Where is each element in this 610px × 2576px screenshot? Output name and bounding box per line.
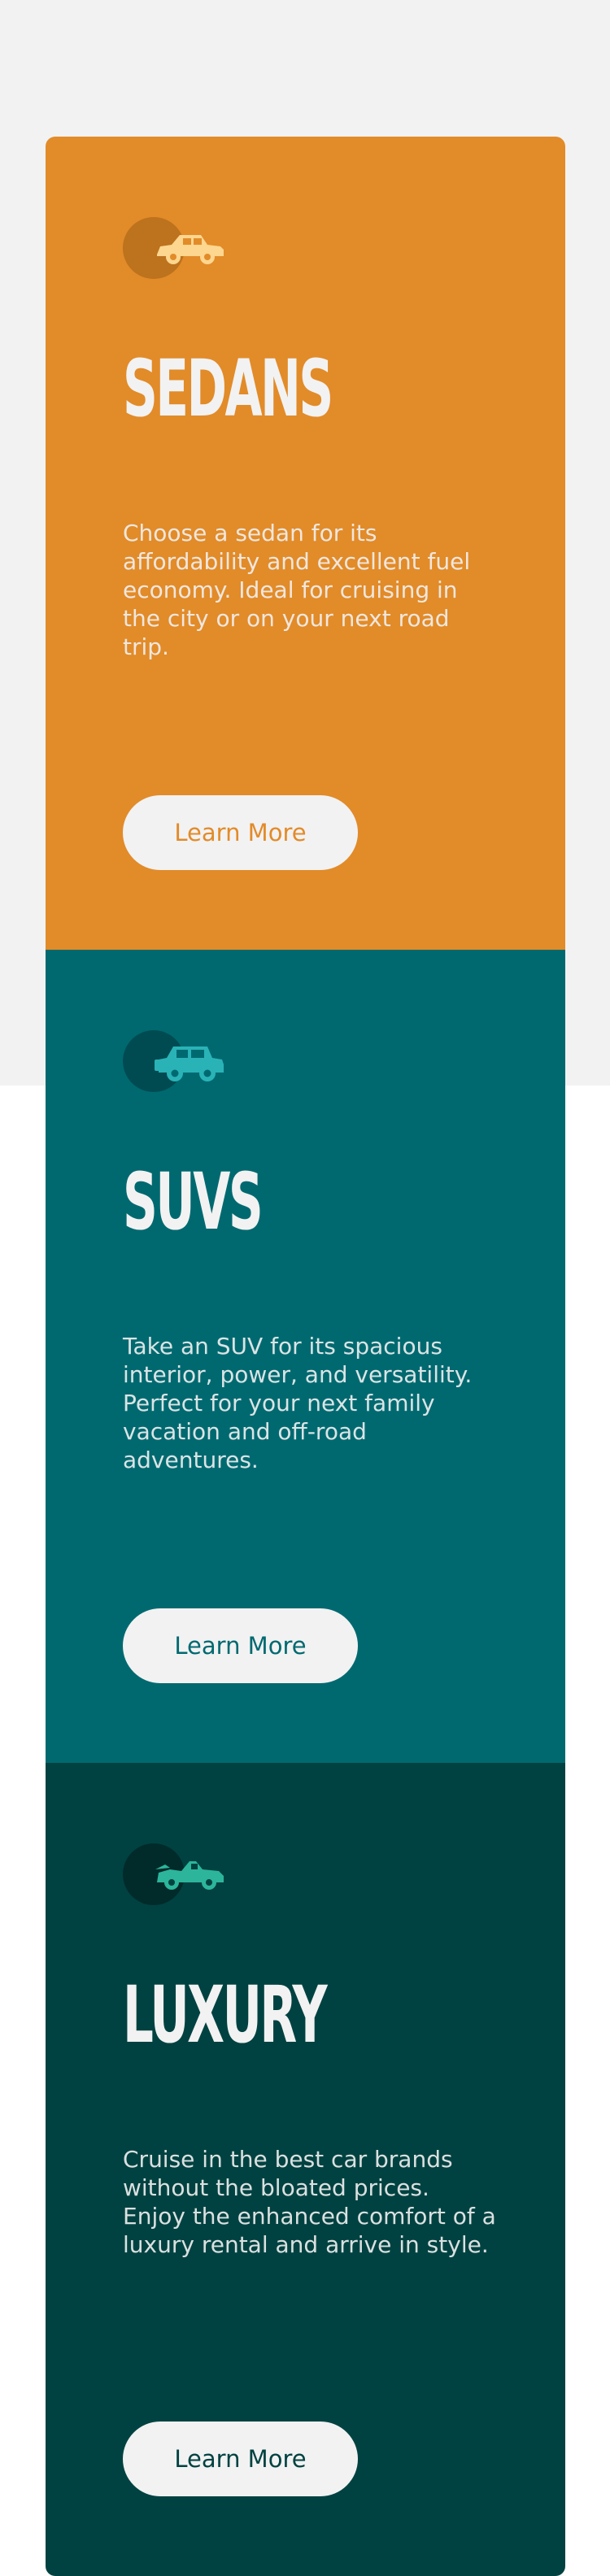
sedan-car-icon <box>123 215 229 281</box>
learn-more-button[interactable]: Learn More <box>123 1608 358 1683</box>
card-suvs: SUVs Take an SUV for its spacious interi… <box>46 950 565 1763</box>
card-luxury: Luxury Cruise in the best car brands wit… <box>46 1763 565 2576</box>
suv-car-icon-graphic <box>155 1046 224 1081</box>
card-description: Take an SUV for its spacious interior, p… <box>123 1333 473 1473</box>
card-sedans: Sedans Choose a sedan for its affordabil… <box>46 137 565 950</box>
card-description: Choose a sedan for its affordability and… <box>123 520 471 660</box>
luxury-car-icon-graphic <box>155 1861 224 1890</box>
learn-more-button[interactable]: Learn More <box>123 2422 358 2496</box>
card-title: SUVs <box>123 1156 264 1247</box>
suv-car-icon <box>123 1029 229 1094</box>
car-category-cards: Sedans Choose a sedan for its affordabil… <box>46 137 565 2576</box>
luxury-car-icon <box>123 1842 229 1907</box>
learn-more-button[interactable]: Learn More <box>123 795 358 870</box>
card-description: Cruise in the best car brands without th… <box>123 2146 496 2258</box>
card-title: Sedans <box>123 343 333 434</box>
sedan-car-icon-graphic <box>157 235 224 264</box>
card-title: Luxury <box>123 1969 328 2060</box>
